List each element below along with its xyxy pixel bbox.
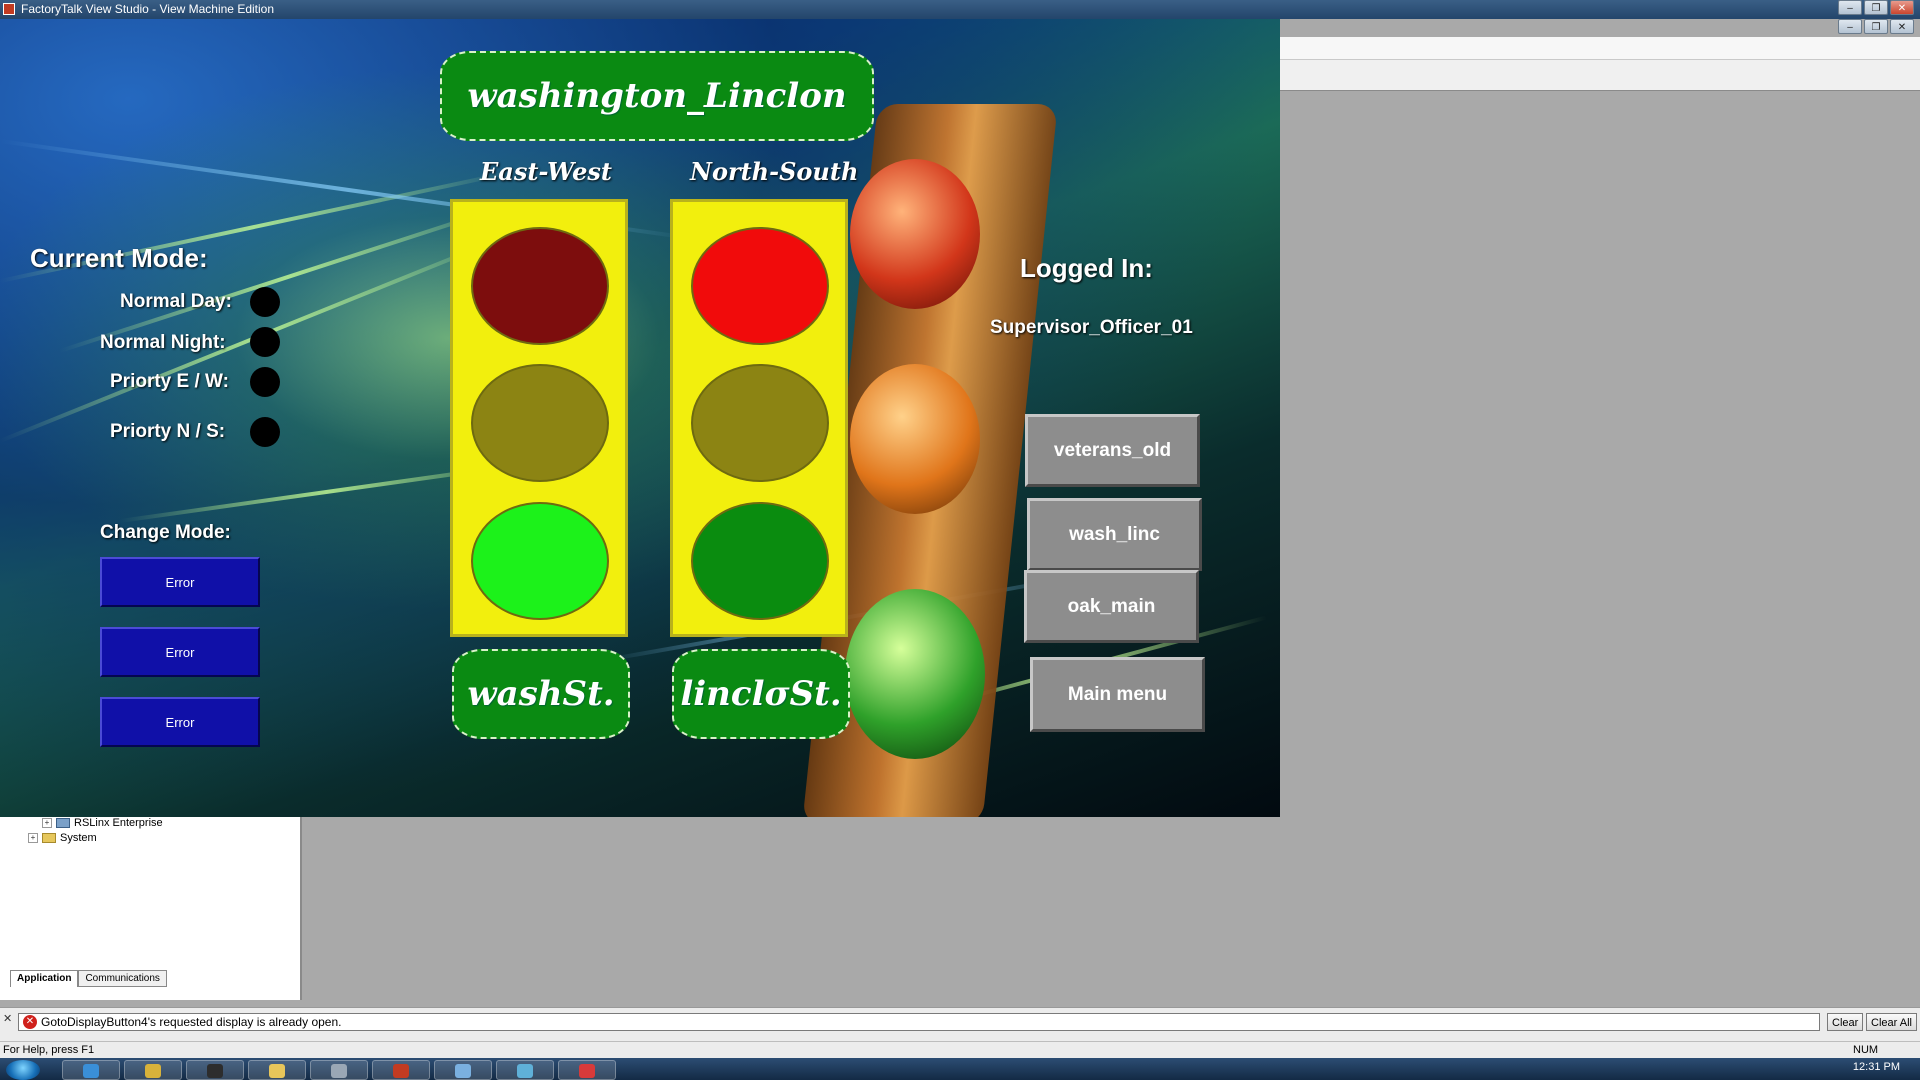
- mode-indicator-priority-ew: [250, 367, 280, 397]
- change-mode-button-1[interactable]: Error: [100, 557, 260, 607]
- light-streak: [59, 200, 518, 353]
- ns-green-lamp: [691, 502, 829, 620]
- expand-icon[interactable]: +: [42, 818, 52, 828]
- folder-icon: [269, 1064, 285, 1078]
- doc-restore-button[interactable]: ❐: [1864, 19, 1888, 34]
- restore-button[interactable]: ❐: [1864, 0, 1888, 15]
- signal-east-west: [450, 199, 628, 637]
- start-button[interactable]: [6, 1060, 40, 1080]
- document-window-controls: – ❐ ✕: [1838, 19, 1914, 34]
- street-label-ns: linclσSt.: [672, 649, 850, 739]
- document-icon: [455, 1064, 471, 1078]
- minimize-button[interactable]: –: [1838, 0, 1862, 15]
- nav-button-wash-linc[interactable]: wash_linc: [1027, 498, 1202, 571]
- error-icon: ✕: [23, 1015, 37, 1029]
- mode-label-priority-ns: Priorty N / S:: [110, 421, 226, 442]
- tree-item-label: RSLinx Enterprise: [74, 817, 163, 829]
- decorative-amber-lamp: [850, 364, 980, 514]
- reader-icon: [579, 1064, 595, 1078]
- app-icon: [331, 1064, 347, 1078]
- status-bar: For Help, press F1 NUM: [0, 1041, 1920, 1059]
- hmi-display: washington_Linclon East-West North-South…: [0, 19, 1280, 817]
- taskbar-item-browser[interactable]: [62, 1060, 120, 1080]
- mode-label-normal-night: Normal Night:: [100, 332, 226, 353]
- clear-all-button[interactable]: Clear All: [1866, 1013, 1917, 1031]
- tab-communications[interactable]: Communications: [78, 970, 167, 987]
- explorer-tabs: Application Communications: [10, 970, 167, 987]
- tab-application[interactable]: Application: [10, 970, 79, 987]
- ew-yellow-lamp: [471, 364, 609, 482]
- taskbar-item-explorer[interactable]: [248, 1060, 306, 1080]
- folder-icon: [42, 833, 56, 843]
- taskbar-item-document[interactable]: [434, 1060, 492, 1080]
- tree-item-system[interactable]: + System: [28, 832, 97, 844]
- toolbar-strip: [1280, 37, 1920, 60]
- taskbar: 12:31 PM: [0, 1058, 1920, 1080]
- taskbar-clock: 12:31 PM: [1852, 1061, 1900, 1073]
- toolbar-strip-2: [1280, 60, 1920, 91]
- help-text: For Help, press F1: [3, 1044, 95, 1056]
- window-title: FactoryTalk View Studio - View Machine E…: [21, 2, 275, 16]
- taskbar-item-factorytalk[interactable]: [372, 1060, 430, 1080]
- tree-item-rslinx[interactable]: + RSLinx Enterprise: [42, 817, 163, 829]
- decorative-red-lamp: [850, 159, 980, 309]
- logged-in-title: Logged In:: [1020, 253, 1153, 283]
- diagnostics-message-text: GotoDisplayButton4's requested display i…: [41, 1015, 342, 1029]
- close-button[interactable]: ✕: [1890, 0, 1914, 15]
- mode-label-normal-day: Normal Day:: [120, 291, 232, 312]
- change-mode-title: Change Mode:: [100, 522, 231, 543]
- mode-label-priority-ew: Priorty E / W:: [110, 371, 229, 392]
- expand-icon[interactable]: +: [28, 833, 38, 843]
- nav-button-main-menu[interactable]: Main menu: [1030, 657, 1205, 732]
- doc-minimize-button[interactable]: –: [1838, 19, 1862, 34]
- change-mode-button-3[interactable]: Error: [100, 697, 260, 747]
- direction-label-ew: East-West: [480, 157, 612, 186]
- taskbar-item-paint[interactable]: [496, 1060, 554, 1080]
- direction-label-ns: North-South: [690, 157, 859, 186]
- taskbar-item-app[interactable]: [310, 1060, 368, 1080]
- current-mode-title: Current Mode:: [30, 243, 208, 273]
- browser-icon: [83, 1064, 99, 1078]
- change-mode-button-2[interactable]: Error: [100, 627, 260, 677]
- diagnostics-bar: ✕ ✕ GotoDisplayButton4's requested displ…: [0, 1007, 1920, 1042]
- taskbar-item-reader[interactable]: [558, 1060, 616, 1080]
- mode-indicator-normal-night: [250, 327, 280, 357]
- clear-button[interactable]: Clear: [1827, 1013, 1864, 1031]
- ns-red-lamp: [691, 227, 829, 345]
- mode-indicator-normal-day: [250, 287, 280, 317]
- nav-button-oak-main[interactable]: oak_main: [1024, 570, 1199, 643]
- decorative-green-lamp: [845, 589, 985, 759]
- paint-icon: [517, 1064, 533, 1078]
- tool-icon: [145, 1064, 161, 1078]
- taskbar-item-rslinx[interactable]: [186, 1060, 244, 1080]
- doc-close-button[interactable]: ✕: [1890, 19, 1914, 34]
- ns-yellow-lamp: [691, 364, 829, 482]
- intersection-title: washington_Linclon: [440, 51, 874, 141]
- diagnostics-message: ✕ GotoDisplayButton4's requested display…: [18, 1013, 1820, 1031]
- taskbar-item-tool[interactable]: [124, 1060, 182, 1080]
- mode-indicator-priority-ns: [250, 417, 280, 447]
- signal-north-south: [670, 199, 848, 637]
- ew-green-lamp: [471, 502, 609, 620]
- logged-in-user: Supervisor_Officer_01: [990, 317, 1193, 338]
- close-icon[interactable]: ✕: [3, 1012, 12, 1025]
- factorytalk-icon: [393, 1064, 409, 1078]
- app-icon: [3, 3, 15, 15]
- nav-button-veterans-old[interactable]: veterans_old: [1025, 414, 1200, 487]
- window-controls: – ❐ ✕: [1838, 0, 1914, 15]
- ew-red-lamp: [471, 227, 609, 345]
- network-icon: [56, 818, 70, 828]
- tree-item-label: System: [60, 832, 97, 844]
- title-bar: FactoryTalk View Studio - View Machine E…: [0, 0, 1920, 19]
- num-lock-indicator: NUM: [1853, 1044, 1879, 1056]
- rslinx-icon: [207, 1064, 223, 1078]
- street-label-ew: washSt.: [452, 649, 630, 739]
